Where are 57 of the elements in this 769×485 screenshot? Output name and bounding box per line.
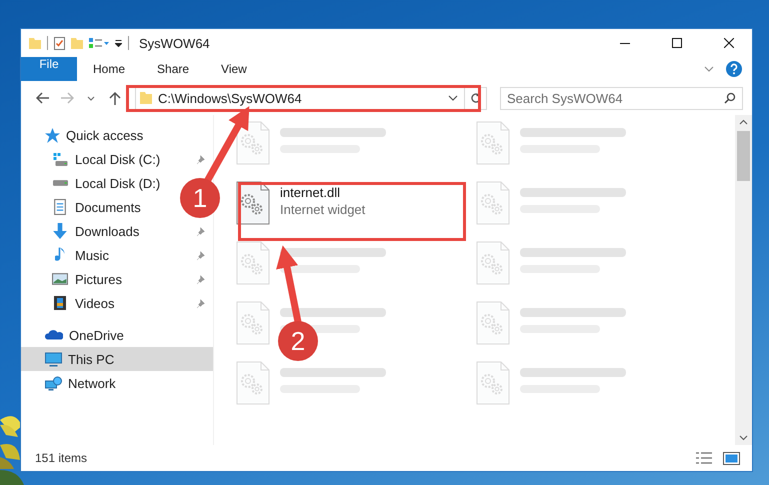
sidebar-item[interactable]: Quick access bbox=[21, 123, 213, 147]
back-arrow-icon bbox=[36, 92, 50, 104]
pin-icon[interactable] bbox=[196, 154, 205, 164]
chevron-down-icon[interactable] bbox=[448, 95, 458, 101]
details-view-icon[interactable] bbox=[695, 452, 713, 464]
properties-icon[interactable] bbox=[54, 36, 65, 50]
dropdown-icon[interactable] bbox=[115, 40, 122, 46]
document-icon bbox=[54, 199, 66, 215]
maximize-icon bbox=[672, 38, 682, 48]
cloud-icon bbox=[45, 330, 63, 340]
thumbnail-view-icon[interactable] bbox=[723, 452, 740, 464]
item-count: 151 items bbox=[35, 451, 88, 465]
search-icon[interactable] bbox=[724, 92, 736, 104]
pin-icon[interactable] bbox=[196, 274, 205, 284]
address-bar[interactable]: C:\Windows\SysWOW64 bbox=[135, 86, 487, 110]
minimize-icon bbox=[620, 42, 630, 44]
sidebar-item[interactable]: Music bbox=[75, 248, 109, 262]
scroll-thumb[interactable] bbox=[737, 131, 750, 181]
monitor-icon bbox=[45, 352, 62, 366]
ribbon-tab[interactable]: Share bbox=[141, 57, 206, 81]
ribbon-tab[interactable]: View bbox=[205, 57, 263, 81]
sidebar-item[interactable]: OneDrive bbox=[21, 323, 213, 347]
folder-icon bbox=[140, 92, 152, 104]
picture-icon bbox=[52, 273, 68, 285]
file-menu-tab[interactable]: File bbox=[21, 57, 77, 81]
pin-icon[interactable] bbox=[196, 226, 205, 236]
step-badge: 1 bbox=[180, 178, 220, 218]
pin-icon[interactable] bbox=[196, 298, 205, 308]
drive-icon bbox=[52, 152, 68, 166]
sidebar-item[interactable]: Videos bbox=[75, 296, 115, 310]
search-field[interactable]: Search SysWOW64 bbox=[500, 86, 743, 110]
scrollbar[interactable] bbox=[735, 115, 752, 445]
sidebar-item[interactable]: Local Disk (D:) bbox=[75, 176, 160, 190]
drive-icon bbox=[52, 180, 68, 186]
sidebar-item[interactable]: This PC bbox=[21, 347, 213, 371]
view-list-icon[interactable] bbox=[89, 38, 109, 48]
sidebar-item[interactable]: Pictures bbox=[75, 272, 122, 286]
pin-icon[interactable] bbox=[196, 250, 205, 260]
sidebar-item[interactable]: Network bbox=[21, 371, 213, 395]
sidebar-item[interactable]: Documents bbox=[75, 200, 141, 214]
window-title: SysWOW64 bbox=[139, 36, 210, 50]
close-icon bbox=[724, 38, 734, 48]
music-note-icon bbox=[55, 247, 65, 263]
sidebar-item[interactable]: Downloads bbox=[75, 224, 140, 238]
forward-arrow-icon bbox=[60, 92, 74, 104]
file-name[interactable]: internet.dll bbox=[280, 185, 366, 200]
step-badge: 2 bbox=[278, 321, 318, 361]
network-icon bbox=[45, 376, 62, 390]
download-arrow-icon bbox=[53, 223, 67, 239]
film-icon bbox=[54, 296, 66, 310]
file-type: Internet widget bbox=[280, 202, 366, 217]
chevron-down-icon bbox=[87, 96, 95, 100]
up-arrow-icon bbox=[109, 91, 121, 105]
help-icon[interactable] bbox=[726, 61, 742, 77]
star-icon bbox=[45, 128, 60, 142]
sidebar-item[interactable]: Local Disk (C:) bbox=[75, 152, 160, 166]
ribbon-tab[interactable]: Home bbox=[77, 57, 142, 81]
